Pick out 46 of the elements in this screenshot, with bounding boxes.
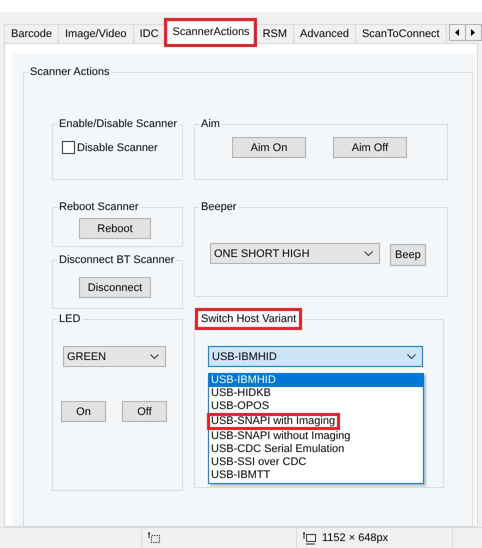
dropdown[interactable]: USB-IBMHID (208, 346, 423, 367)
tab[interactable]: Barcode (4, 24, 59, 43)
tab[interactable]: ScannerActions (166, 21, 254, 44)
chevron-down-icon (407, 354, 416, 359)
chevron-down-icon (150, 354, 159, 359)
list-option[interactable]: USB-IBMTT (209, 469, 423, 482)
dropdown[interactable]: GREEN (63, 346, 166, 367)
dropdown[interactable]: ONE SHORT HIGH (210, 243, 380, 264)
checkbox[interactable]: Disable Scanner (62, 141, 182, 154)
dropdown-value: ONE SHORT HIGH (214, 248, 310, 260)
group-title: Aim (200, 117, 221, 131)
list-option[interactable]: USB-SNAPI without Imaging (209, 430, 423, 443)
list-option[interactable]: USB-IBMHID (209, 374, 423, 387)
button[interactable]: Off (122, 401, 167, 422)
group-title: Reboot Scanner (58, 200, 140, 214)
list-option[interactable]: USB-OPOS (209, 400, 423, 413)
group-title: Enable/Disable Scanner (58, 117, 178, 131)
button[interactable]: Beep (390, 244, 426, 266)
list-option[interactable]: USB-CDC Serial Emulation (209, 443, 423, 456)
canvas-size-icon (303, 532, 317, 544)
group-title: Scanner Actions (29, 65, 110, 79)
selection-icon (148, 532, 161, 544)
scroll-right-button[interactable] (464, 24, 482, 41)
chevron-down-icon (364, 251, 373, 256)
button[interactable]: Aim Off (333, 137, 407, 158)
group-title: Disconnect BT Scanner (58, 253, 176, 267)
checkbox-box[interactable] (62, 141, 75, 154)
tab[interactable]: RSM (256, 24, 294, 43)
triangle-left-icon (455, 29, 460, 36)
dropdown-value: GREEN (67, 350, 106, 362)
checkbox-label: Disable Scanner (77, 142, 158, 154)
scroll-left-button[interactable] (448, 24, 466, 41)
tab[interactable]: IDC (132, 24, 166, 43)
list-option[interactable]: USB-SNAPI with Imaging (207, 413, 340, 430)
group-title: LED (58, 312, 82, 326)
list-option[interactable]: USB-SSI over CDC (209, 456, 423, 469)
dropdown-value: USB-IBMHID (212, 350, 277, 362)
triangle-right-icon (471, 29, 476, 36)
button[interactable]: Disconnect (79, 277, 151, 298)
tab[interactable]: ScanToConnect (354, 24, 447, 43)
status-text: 1152 × 648px (322, 532, 388, 544)
group-title: Beeper (200, 200, 238, 214)
list-option[interactable]: USB-HIDKB (209, 387, 423, 400)
button[interactable]: Aim On (232, 137, 306, 158)
button[interactable]: Reboot (79, 218, 151, 239)
button[interactable]: On (61, 401, 106, 422)
